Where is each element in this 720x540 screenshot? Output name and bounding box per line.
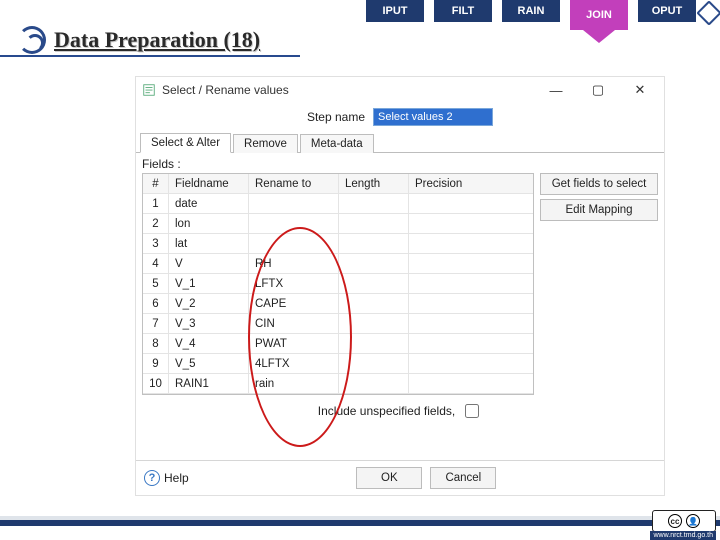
- by-icon: 👤: [686, 514, 700, 528]
- cc-icon: cc: [668, 514, 682, 528]
- dialog-title: Select / Rename values: [162, 83, 289, 97]
- edit-mapping-button[interactable]: Edit Mapping: [540, 199, 658, 221]
- tab-meta-data[interactable]: Meta-data: [300, 134, 374, 153]
- step-name-input[interactable]: [373, 108, 493, 126]
- grid-area: # Fieldname Rename to Length Precision 1…: [136, 173, 664, 395]
- cancel-button[interactable]: Cancel: [430, 467, 496, 489]
- maximize-button[interactable]: ▢: [586, 80, 610, 100]
- col-fieldname: Fieldname: [169, 174, 249, 193]
- page-title: Data Preparation (18): [54, 27, 260, 53]
- dialog-inner-tabs: Select & Alter Remove Meta-data: [136, 131, 664, 153]
- cc-license-badge: cc 👤: [652, 510, 716, 532]
- table-row[interactable]: 5V_1LFTX: [143, 274, 533, 294]
- tab-rain[interactable]: RAIN: [502, 0, 560, 22]
- table-row[interactable]: 10RAIN1rain: [143, 374, 533, 394]
- footer-url: www.nrct.tmd.go.th: [650, 531, 716, 540]
- dialog-icon: [142, 83, 156, 97]
- help-icon: ?: [144, 470, 160, 486]
- col-precision: Precision: [409, 174, 489, 193]
- swirl-icon: [18, 26, 46, 54]
- table-row[interactable]: 1date: [143, 194, 533, 214]
- fields-label: Fields :: [136, 153, 664, 173]
- dialog-titlebar: Select / Rename values — ▢ ✕: [136, 77, 664, 103]
- window-controls: — ▢ ✕: [544, 80, 658, 100]
- tab-iput[interactable]: IPUT: [366, 0, 424, 22]
- step-name-label: Step name: [307, 110, 365, 124]
- table-row[interactable]: 8V_4PWAT: [143, 334, 533, 354]
- table-row[interactable]: 2lon: [143, 214, 533, 234]
- help-label: Help: [164, 471, 189, 485]
- get-fields-button[interactable]: Get fields to select: [540, 173, 658, 195]
- ok-button[interactable]: OK: [356, 467, 422, 489]
- table-row[interactable]: 3lat: [143, 234, 533, 254]
- tab-filt[interactable]: FILT: [434, 0, 492, 22]
- fields-grid[interactable]: # Fieldname Rename to Length Precision 1…: [142, 173, 534, 395]
- table-row[interactable]: 4VRH: [143, 254, 533, 274]
- select-rename-dialog: Select / Rename values — ▢ ✕ Step name S…: [135, 76, 665, 496]
- dialog-bottom-bar: ? Help OK Cancel: [136, 460, 664, 495]
- table-row[interactable]: 7V_3CIN: [143, 314, 533, 334]
- col-length: Length: [339, 174, 409, 193]
- table-row[interactable]: 9V_54LFTX: [143, 354, 533, 374]
- title-underline: [0, 55, 300, 57]
- tab-select-alter[interactable]: Select & Alter: [140, 133, 231, 153]
- include-unspecified-label: Include unspecified fields,: [318, 404, 455, 418]
- tab-oput[interactable]: OPUT: [638, 0, 696, 22]
- tab-remove[interactable]: Remove: [233, 134, 298, 153]
- footer-stripe: [0, 516, 720, 540]
- tab-join[interactable]: JOIN: [570, 0, 628, 30]
- include-unspecified-checkbox[interactable]: [465, 404, 479, 418]
- table-row[interactable]: 6V_2CAPE: [143, 294, 533, 314]
- col-index: #: [143, 174, 169, 193]
- help-button[interactable]: ? Help: [144, 470, 189, 486]
- slide-title-area: Data Preparation (18): [18, 26, 260, 54]
- close-button[interactable]: ✕: [628, 80, 652, 100]
- include-unspecified-row: Include unspecified fields,: [136, 395, 664, 423]
- minimize-button[interactable]: —: [544, 80, 568, 100]
- col-rename: Rename to: [249, 174, 339, 193]
- step-name-row: Step name: [136, 103, 664, 131]
- side-buttons: Get fields to select Edit Mapping: [540, 173, 658, 395]
- grid-header: # Fieldname Rename to Length Precision: [143, 174, 533, 194]
